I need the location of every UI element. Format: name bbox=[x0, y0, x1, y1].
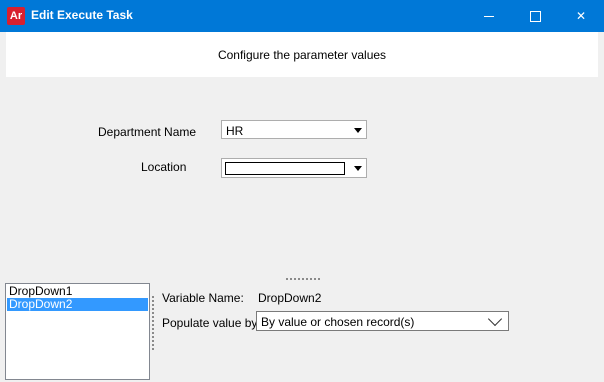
minimize-button[interactable] bbox=[466, 0, 512, 32]
header-instruction: Configure the parameter values bbox=[217, 48, 387, 62]
maximize-button[interactable] bbox=[512, 0, 558, 32]
location-label: Location bbox=[141, 160, 187, 174]
chevron-down-icon[interactable] bbox=[487, 311, 503, 327]
close-icon: ✕ bbox=[575, 9, 587, 23]
location-value[interactable] bbox=[225, 162, 345, 175]
close-button[interactable]: ✕ bbox=[558, 0, 604, 32]
department-name-label: Department Name bbox=[98, 125, 197, 139]
header-panel: Configure the parameter values bbox=[6, 32, 598, 77]
populate-value-select[interactable]: By value or chosen record(s) bbox=[256, 311, 509, 331]
populate-value-label: Populate value by: bbox=[162, 316, 261, 330]
list-item-dropdown2[interactable]: DropDown2 bbox=[7, 298, 148, 311]
horizontal-splitter[interactable] bbox=[286, 278, 320, 282]
app-icon: Ar bbox=[7, 7, 25, 25]
title-bar: Ar Edit Execute Task ✕ bbox=[0, 0, 604, 32]
variable-name-value: DropDown2 bbox=[258, 291, 322, 305]
location-dropdown[interactable] bbox=[221, 158, 367, 178]
dropdown-arrow-icon[interactable] bbox=[354, 128, 362, 133]
department-name-value: HR bbox=[226, 124, 244, 138]
parameter-list[interactable]: DropDown1 DropDown2 bbox=[5, 283, 150, 380]
minimize-icon bbox=[484, 16, 494, 18]
variable-name-label: Variable Name: bbox=[162, 291, 244, 305]
department-name-dropdown[interactable]: HR bbox=[221, 120, 367, 139]
maximize-icon bbox=[529, 11, 541, 23]
vertical-splitter[interactable] bbox=[152, 296, 155, 350]
window-title: Edit Execute Task bbox=[31, 8, 133, 22]
populate-value-selected: By value or chosen record(s) bbox=[261, 315, 415, 329]
dropdown-arrow-icon[interactable] bbox=[354, 166, 362, 171]
